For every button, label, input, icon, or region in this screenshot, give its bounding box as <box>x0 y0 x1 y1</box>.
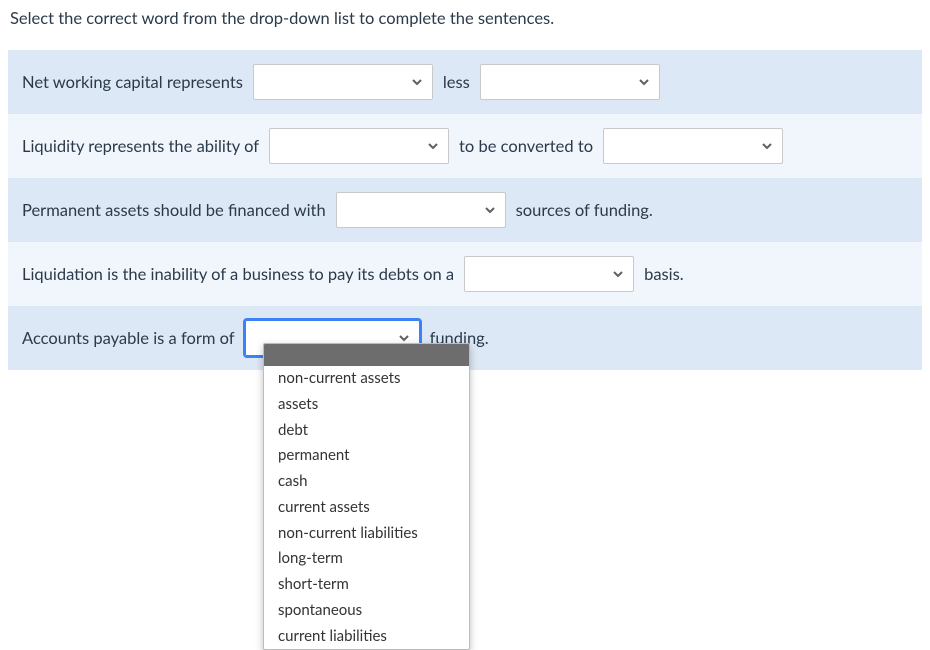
row2-text-1: Liquidity represents the ability of <box>22 136 259 156</box>
dropdown-option[interactable]: current assets <box>264 495 469 521</box>
dropdown-menu: non-current assets assets debt permanent… <box>263 343 470 650</box>
dropdown-option[interactable]: assets <box>264 392 469 418</box>
dropdown-option-blank[interactable] <box>264 344 469 366</box>
row3-dropdown-1[interactable] <box>336 192 506 228</box>
chevron-down-icon <box>410 75 424 89</box>
dropdown-option[interactable]: spontaneous <box>264 598 469 624</box>
row2-dropdown-2[interactable] <box>603 128 783 164</box>
row4-text-2: basis. <box>644 264 684 284</box>
row5-text-1: Accounts payable is a form of <box>22 328 235 348</box>
sentence-row-2: Liquidity represents the ability of to b… <box>8 114 922 178</box>
row3-text-2: sources of funding. <box>516 200 653 220</box>
dropdown-option[interactable]: non-current assets <box>264 366 469 392</box>
dropdown-option[interactable]: non-current liabilities <box>264 521 469 547</box>
row4-text-1: Liquidation is the inability of a busine… <box>22 264 454 284</box>
instruction-text: Select the correct word from the drop-do… <box>10 8 922 28</box>
dropdown-option[interactable]: debt <box>264 418 469 444</box>
row2-text-2: to be converted to <box>459 136 593 156</box>
chevron-down-icon <box>426 139 440 153</box>
chevron-down-icon <box>483 203 497 217</box>
chevron-down-icon <box>611 267 625 281</box>
dropdown-option[interactable]: long-term <box>264 546 469 572</box>
sentence-row-1: Net working capital represents less <box>8 50 922 114</box>
chevron-down-icon <box>637 75 651 89</box>
chevron-down-icon <box>760 139 774 153</box>
dropdown-option[interactable]: cash <box>264 469 469 495</box>
sentence-row-3: Permanent assets should be financed with… <box>8 178 922 242</box>
dropdown-option[interactable]: permanent <box>264 443 469 469</box>
row1-text-1: Net working capital represents <box>22 72 243 92</box>
row3-text-1: Permanent assets should be financed with <box>22 200 326 220</box>
dropdown-option[interactable]: short-term <box>264 572 469 598</box>
row1-text-2: less <box>443 72 470 92</box>
row1-dropdown-2[interactable] <box>480 64 660 100</box>
row2-dropdown-1[interactable] <box>269 128 449 164</box>
sentence-row-4: Liquidation is the inability of a busine… <box>8 242 922 306</box>
row4-dropdown-1[interactable] <box>464 256 634 292</box>
row1-dropdown-1[interactable] <box>253 64 433 100</box>
dropdown-option[interactable]: current liabilities <box>264 624 469 650</box>
